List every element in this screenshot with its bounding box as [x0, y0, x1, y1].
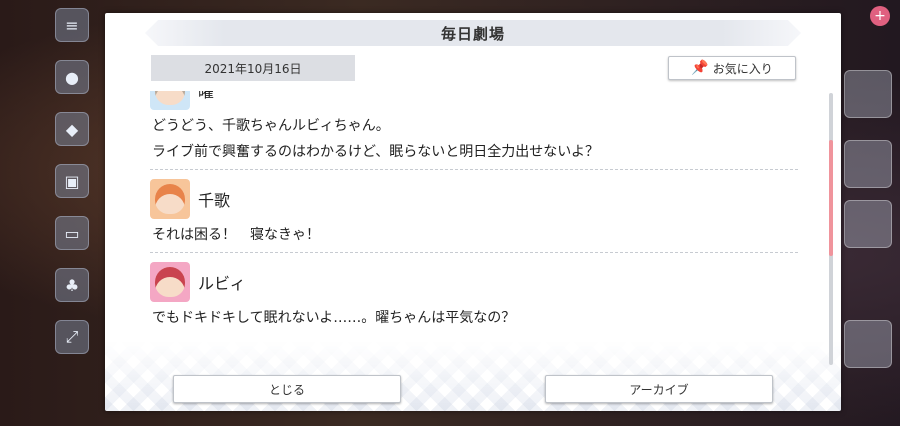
archive-button[interactable]: アーカイブ	[545, 375, 773, 403]
dialogue-entry: ルビィ でもドキドキして眠れないよ……。曜ちゃんは平気なの？	[150, 259, 798, 331]
gift-icon[interactable]: ◆	[55, 112, 89, 146]
side-tile[interactable]	[844, 320, 892, 368]
speaker-name: 千歌	[198, 191, 231, 210]
divider	[150, 169, 798, 170]
speaker-name: 曜	[198, 91, 215, 101]
favorite-button[interactable]: 📌 お気に入り	[668, 56, 796, 80]
dialogue-line: ライブ前で興奮するのはわかるけど、眠らないと明日全力出せないよ？	[152, 144, 600, 160]
dialogue-entry: 千歌 それは困る！ 寝なきゃ！	[150, 176, 798, 253]
speaker-name: ルビィ	[198, 274, 246, 293]
date-label: 2021年10月16日	[151, 55, 355, 81]
dialog-title-bar: 毎日劇場	[145, 20, 801, 46]
scrollbar-thumb[interactable]	[829, 140, 833, 256]
menu-icon[interactable]: ≡	[55, 8, 89, 42]
right-decoration: +	[840, 0, 900, 426]
dialogue-entry: 曜 どうどう、千歌ちゃんルビィちゃん。 ライブ前で興奮するのはわかるけど、眠らな…	[150, 91, 798, 170]
group-icon[interactable]: ♣	[55, 268, 89, 302]
chat-icon[interactable]: ●	[55, 60, 89, 94]
favorite-label: お気に入り	[712, 61, 773, 76]
dialogue-scroll-area[interactable]: 曜 どうどう、千歌ちゃんルビィちゃん。 ライブ前で興奮するのはわかるけど、眠らな…	[150, 91, 798, 367]
expand-icon[interactable]: ⤢	[55, 320, 89, 354]
avatar	[150, 179, 190, 219]
scrollbar[interactable]	[829, 93, 833, 365]
dialogue-line: どうどう、千歌ちゃんルビィちゃん。	[152, 118, 390, 134]
avatar	[150, 91, 190, 110]
side-tile[interactable]	[844, 70, 892, 118]
pin-icon: 📌	[691, 60, 709, 76]
side-tile[interactable]	[844, 200, 892, 248]
avatar	[150, 262, 190, 302]
add-icon[interactable]: +	[870, 6, 890, 26]
present-icon[interactable]: ▣	[55, 164, 89, 198]
close-button[interactable]: とじる	[173, 375, 401, 403]
side-tile[interactable]	[844, 140, 892, 188]
dialogue-line: でもドキドキして眠れないよ……。曜ちゃんは平気なの？	[152, 310, 516, 326]
screen-icon[interactable]: ▭	[55, 216, 89, 250]
side-menu: ≡ ● ◆ ▣ ▭ ♣ ⤢	[50, 0, 94, 426]
divider	[150, 252, 798, 253]
dialog-title: 毎日劇場	[440, 24, 505, 43]
dialogue-line: それは困る！ 寝なきゃ！	[152, 227, 320, 243]
daily-theater-dialog: 毎日劇場 2021年10月16日 📌 お気に入り 曜 どうどう、千歌ちゃんルビィ…	[105, 13, 841, 411]
